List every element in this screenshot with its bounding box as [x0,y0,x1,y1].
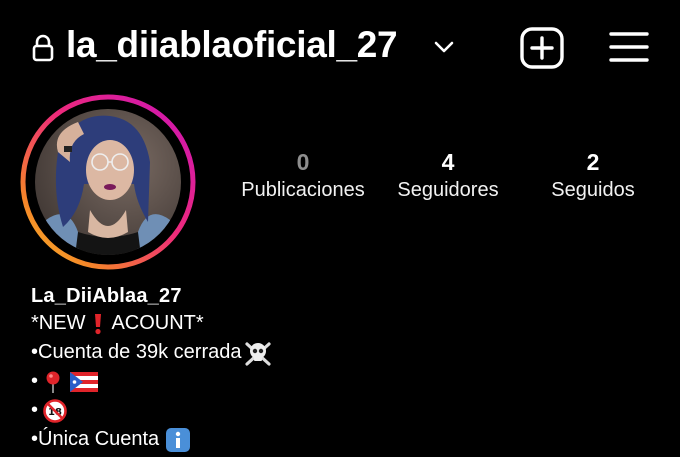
bio-line-3: • [31,367,651,396]
red-exclamation-emoji [95,313,102,334]
stat-following-label: Seguidos [551,179,635,201]
information-emoji [166,427,191,452]
chevron-down-icon[interactable] [432,38,456,56]
stat-following[interactable]: 2 Seguidos [518,148,668,204]
hamburger-menu-icon[interactable] [608,30,650,64]
bio-line-2-text: •Cuenta de 39k cerrada [31,341,242,363]
profile-header: la_diiablaoficial_27 [0,0,680,96]
bio-line-2: •Cuenta de 39k cerrada [31,338,651,367]
bio-line-3-bullet: • [31,370,39,392]
stat-posts-count: 0 [296,149,310,175]
stat-followers[interactable]: 4 Seguidores [373,148,523,204]
stat-posts[interactable]: 0 Publicaciones [228,148,378,204]
bio-line-1-end: ACOUNT* [111,312,204,334]
bio-line-4: • 18 [31,396,651,425]
bio-line-1-start: *NEW [31,312,86,334]
no-one-under-18-emoji: 18 [43,398,67,423]
stat-posts-label: Publicaciones [241,179,365,201]
display-name: La_DiiAblaa_27 [31,285,182,307]
round-pushpin-emoji [46,371,60,393]
bio-line-1: *NEW ACOUNT* [31,309,651,338]
bio-line-4-bullet: • [31,399,39,421]
bio-line-5: •Única Cuenta [31,425,651,454]
stat-following-count: 2 [586,149,600,175]
lock-icon [32,34,54,62]
stat-followers-count: 4 [441,149,455,175]
stat-followers-label: Seguidores [397,179,499,201]
skull-crossbones-emoji [245,341,272,366]
profile-avatar[interactable] [18,92,198,272]
profile-bio: La_DiiAblaa_27 *NEW ACOUNT* •Cuenta de 3… [31,283,651,454]
account-username[interactable]: la_diiablaoficial_27 [66,24,398,66]
new-post-button[interactable] [519,26,565,70]
puerto-rico-flag-emoji [70,371,99,392]
bio-line-5-text: •Única Cuenta [31,428,160,450]
